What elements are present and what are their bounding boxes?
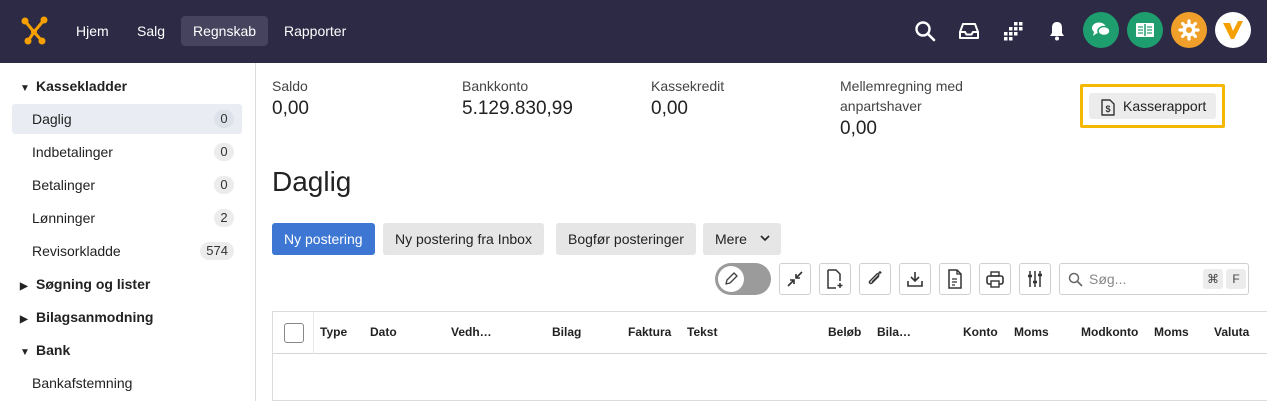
col-belob[interactable]: Beløb xyxy=(828,325,861,339)
summary-value-mellemregning: 0,00 xyxy=(840,118,877,139)
avatar[interactable] xyxy=(1215,12,1251,48)
column-settings-icon[interactable] xyxy=(1019,263,1051,295)
download-icon[interactable] xyxy=(899,263,931,295)
summary-value-bankkonto: 5.129.830,99 xyxy=(462,98,573,119)
shortcut-key-f: F xyxy=(1226,269,1246,289)
caret-right-icon: ▶ xyxy=(20,281,28,292)
collapse-icon[interactable] xyxy=(779,263,811,295)
caret-down-icon: ▼ xyxy=(20,347,30,358)
nav-regnskab[interactable]: Regnskab xyxy=(181,16,269,46)
sidebar-section-bilagsanmodning[interactable]: ▶ Bilagsanmodning xyxy=(20,305,153,329)
ny-postering-button[interactable]: Ny postering xyxy=(272,223,375,255)
count-badge: 0 xyxy=(214,143,234,161)
count-badge: 0 xyxy=(214,176,234,194)
count-badge: 2 xyxy=(214,209,234,227)
col-moms[interactable]: Moms xyxy=(1014,325,1049,339)
select-all-cell xyxy=(273,312,314,354)
dollar-document-icon: $ xyxy=(1101,98,1115,124)
col-tekst[interactable]: Tekst xyxy=(687,325,717,339)
print-icon[interactable] xyxy=(979,263,1011,295)
count-badge: 574 xyxy=(200,242,234,260)
summary-label-saldo: Saldo xyxy=(272,78,308,94)
top-navigation-bar: Hjem Salg Regnskab Rapporter xyxy=(0,0,1267,63)
sidebar-item-daglig[interactable]: Daglig 0 xyxy=(12,104,242,134)
chevron-down-icon xyxy=(759,223,771,266)
col-faktura[interactable]: Faktura xyxy=(628,325,671,339)
chat-icon[interactable] xyxy=(1083,12,1119,48)
gear-icon[interactable] xyxy=(1171,12,1207,48)
col-dato[interactable]: Dato xyxy=(370,325,397,339)
shortcut-key-cmd: ⌘ xyxy=(1203,269,1223,289)
sidebar: ▼ Kassekladder Daglig 0 Indbetalinger 0 B… xyxy=(0,63,256,401)
kasserapport-highlight: $ Kasserapport xyxy=(1080,84,1225,128)
summary-label-bankkonto: Bankkonto xyxy=(462,78,529,94)
nav-hjem[interactable]: Hjem xyxy=(64,16,121,46)
inbox-icon[interactable] xyxy=(952,14,986,48)
col-vedhaeftning[interactable]: Vedh… xyxy=(451,325,492,339)
sidebar-section-sogning[interactable]: ▶ Søgning og lister xyxy=(20,272,150,296)
import-document-icon[interactable] xyxy=(939,263,971,295)
mere-dropdown-button[interactable]: Mere xyxy=(703,223,781,255)
table-header: Type Dato Vedh… Bilag Faktura Tekst Belø… xyxy=(273,312,1267,354)
sidebar-section-bank[interactable]: ▼ Bank xyxy=(20,338,70,362)
attach-magic-icon[interactable] xyxy=(859,263,891,295)
nav-rapporter[interactable]: Rapporter xyxy=(272,16,358,46)
sidebar-item-lonninger[interactable]: Lønninger 2 xyxy=(12,203,242,233)
pencil-icon xyxy=(718,266,744,292)
col-moms-2[interactable]: Moms xyxy=(1154,325,1189,339)
edit-mode-toggle[interactable] xyxy=(715,263,771,295)
summary-label-kassekredit: Kassekredit xyxy=(651,78,725,94)
col-bilag[interactable]: Bilag xyxy=(552,325,581,339)
svg-text:$: $ xyxy=(1105,104,1110,114)
summary-label-mellemregning: Mellemregning med anpartshaver xyxy=(840,78,963,114)
summary-value-kassekredit: 0,00 xyxy=(651,98,688,119)
search-icon xyxy=(1068,272,1083,290)
col-valuta[interactable]: Valuta xyxy=(1214,325,1249,339)
postings-table: Type Dato Vedh… Bilag Faktura Tekst Belø… xyxy=(272,311,1267,401)
kasserapport-button[interactable]: $ Kasserapport xyxy=(1089,93,1216,119)
summary-value-saldo: 0,00 xyxy=(272,98,309,119)
book-icon[interactable] xyxy=(1127,12,1163,48)
col-konto[interactable]: Konto xyxy=(963,325,998,339)
search-placeholder: Søg... xyxy=(1089,271,1127,287)
bogfor-posteringer-button[interactable]: Bogfør posteringer xyxy=(556,223,696,255)
sidebar-item-betalinger[interactable]: Betalinger 0 xyxy=(12,170,242,200)
caret-right-icon: ▶ xyxy=(20,314,28,325)
search-icon[interactable] xyxy=(908,14,942,48)
sidebar-item-indbetalinger[interactable]: Indbetalinger 0 xyxy=(12,137,242,167)
select-all-checkbox[interactable] xyxy=(284,323,304,343)
sidebar-item-revisorkladde[interactable]: Revisorkladde 574 xyxy=(12,236,242,266)
col-type[interactable]: Type xyxy=(320,325,347,339)
nav-salg[interactable]: Salg xyxy=(125,16,177,46)
col-bilagsnummer[interactable]: Bila… xyxy=(877,325,911,339)
col-modkonto[interactable]: Modkonto xyxy=(1081,325,1138,339)
app-logo[interactable] xyxy=(18,14,50,46)
bell-icon[interactable] xyxy=(1040,14,1074,48)
sidebar-item-bankafstemning[interactable]: Bankafstemning xyxy=(12,368,242,398)
add-document-icon[interactable] xyxy=(819,263,851,295)
caret-down-icon: ▼ xyxy=(20,83,30,94)
search-input[interactable]: Søg... ⌘ F xyxy=(1059,263,1249,295)
ny-postering-fra-inbox-button[interactable]: Ny postering fra Inbox xyxy=(383,223,544,255)
apps-grid-icon[interactable] xyxy=(996,14,1030,48)
sidebar-section-kassekladder[interactable]: ▼ Kassekladder xyxy=(20,74,127,98)
page-title: Daglig xyxy=(272,166,352,197)
count-badge: 0 xyxy=(214,110,234,128)
